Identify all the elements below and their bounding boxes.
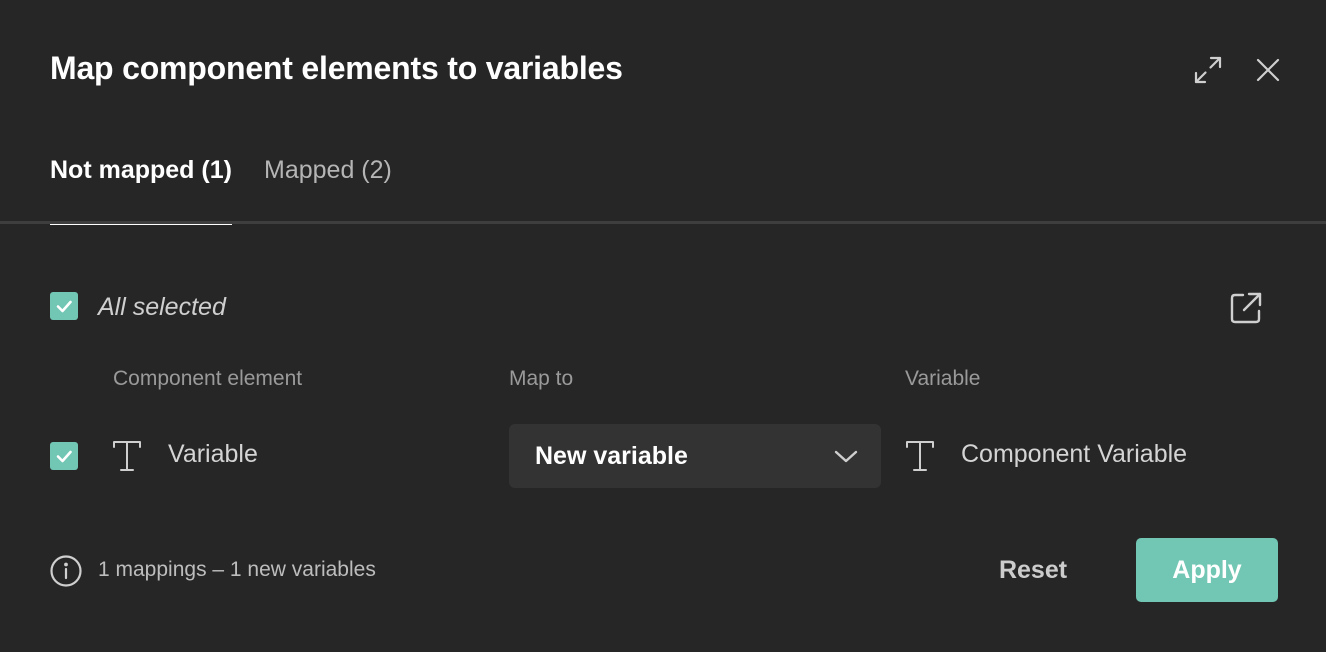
apply-button[interactable]: Apply — [1136, 538, 1278, 602]
tab-not-mapped[interactable]: Not mapped (1) — [50, 156, 232, 185]
text-type-icon — [903, 438, 937, 479]
text-type-icon — [110, 438, 144, 479]
row-checkbox[interactable] — [50, 442, 78, 470]
reset-button[interactable]: Reset — [980, 540, 1086, 600]
expand-icon[interactable] — [1192, 54, 1224, 86]
map-to-value: New variable — [535, 442, 688, 470]
mapping-summary: 1 mappings – 1 new variables — [98, 558, 376, 581]
tabs-divider — [0, 221, 1326, 224]
map-variables-dialog: Map component elements to variables Not … — [0, 0, 1326, 652]
tab-mapped[interactable]: Mapped (2) — [264, 156, 392, 185]
dialog-title: Map component elements to variables — [50, 50, 623, 86]
map-to-select[interactable]: New variable — [509, 424, 881, 488]
select-all-checkbox[interactable] — [50, 292, 78, 320]
component-element-name: Variable — [168, 440, 258, 468]
info-icon — [49, 554, 83, 593]
tab-bar: Not mapped (1) Mapped (2) — [0, 150, 1326, 226]
column-header-variable: Variable — [905, 367, 981, 390]
open-external-icon[interactable] — [1228, 290, 1264, 326]
column-header-element: Component element — [113, 367, 303, 390]
all-selected-label: All selected — [98, 293, 226, 321]
close-icon[interactable] — [1254, 56, 1282, 84]
variable-name: Component Variable — [961, 440, 1188, 468]
column-header-map-to: Map to — [509, 367, 574, 390]
chevron-down-icon — [833, 446, 859, 471]
